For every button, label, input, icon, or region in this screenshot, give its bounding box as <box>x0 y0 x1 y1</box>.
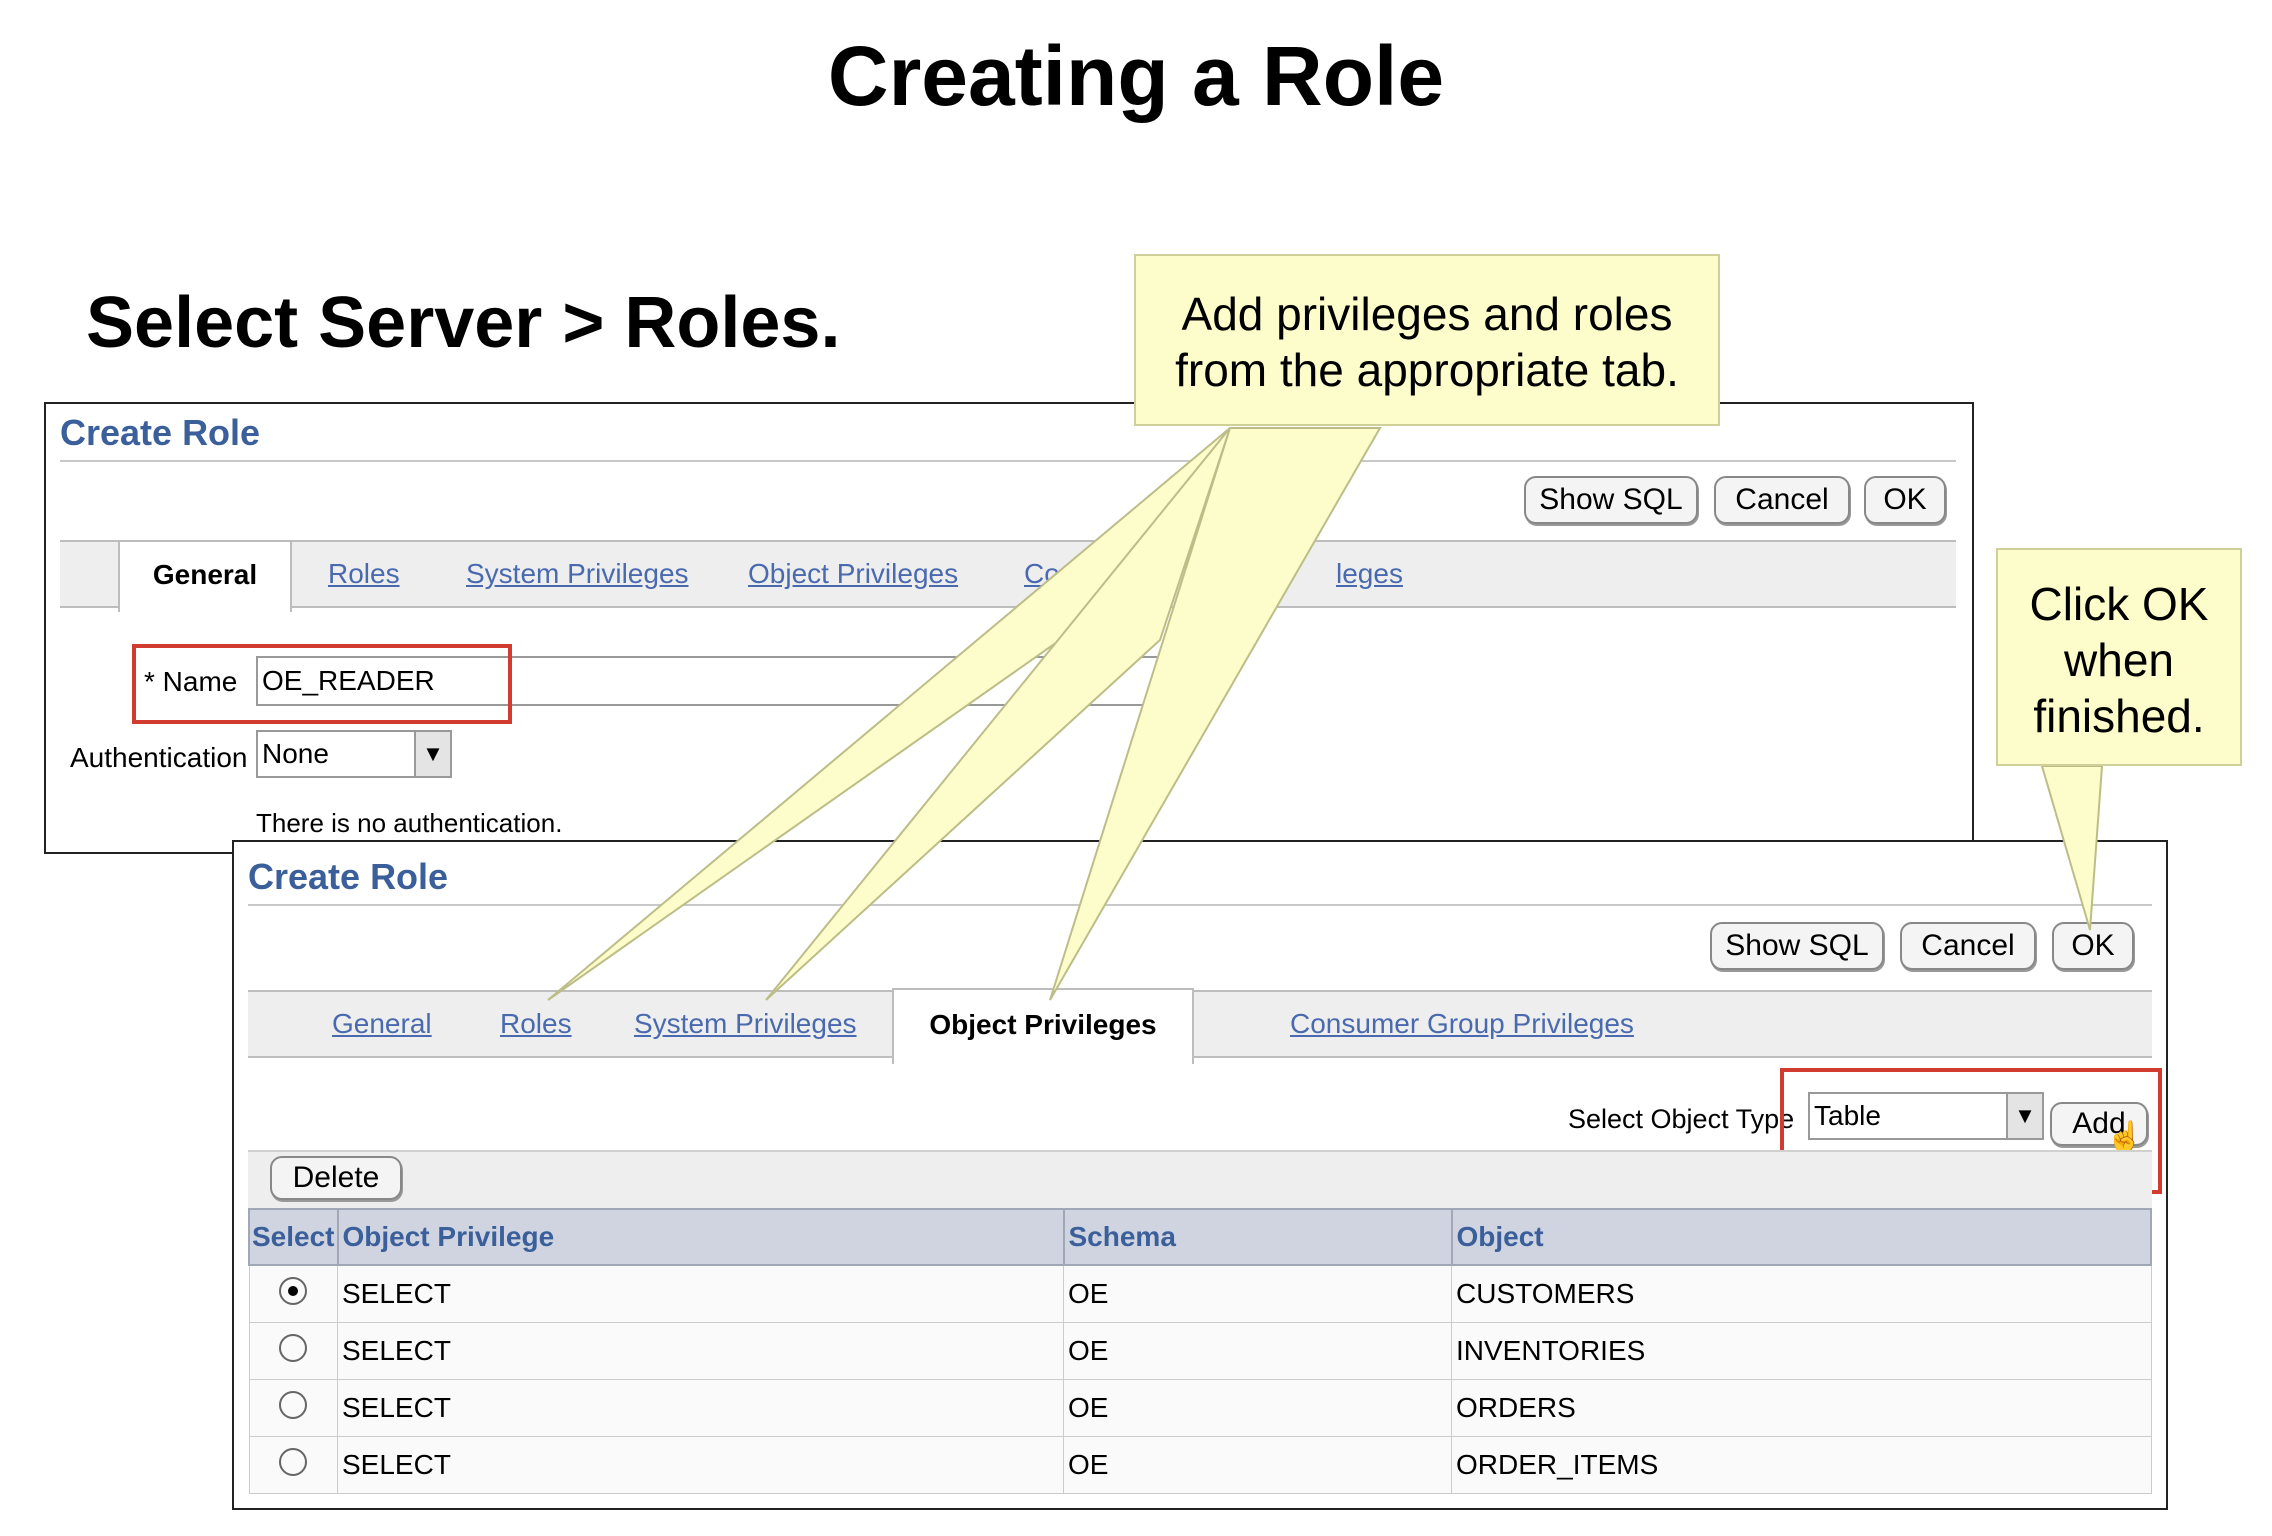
pointer-to-ok-button <box>2040 765 2104 931</box>
callout-add-privileges: Add privileges and roles from the approp… <box>1134 254 1720 426</box>
pointer-to-roles-tab <box>547 427 1231 1001</box>
callout-pointers <box>547 427 2104 1001</box>
callout-click-ok: Click OK when finished. <box>1996 548 2242 766</box>
pointer-to-object-privileges-tab <box>1049 427 1382 1001</box>
